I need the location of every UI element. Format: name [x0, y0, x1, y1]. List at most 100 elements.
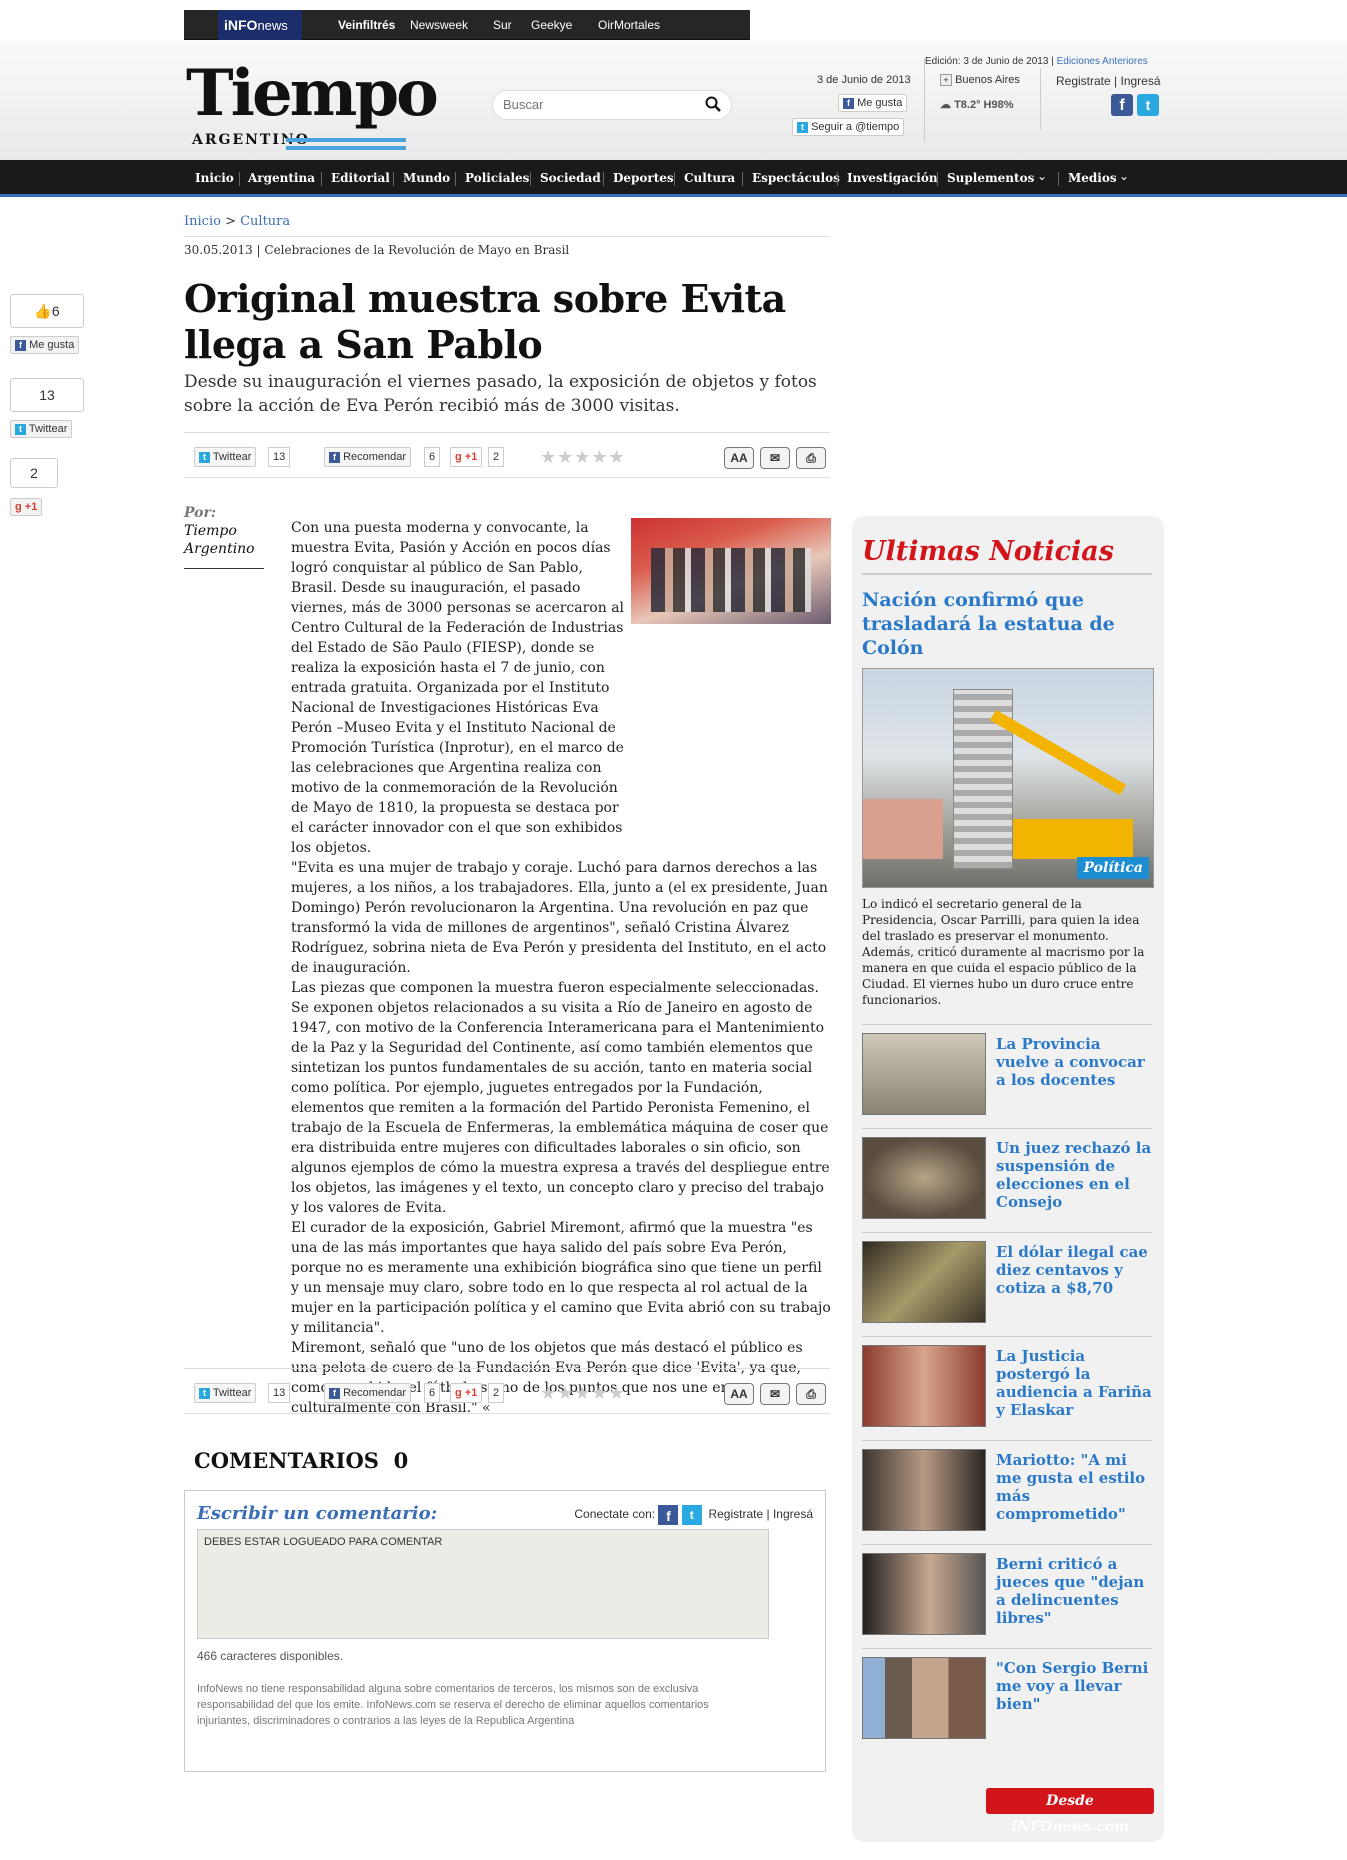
nav-mundo[interactable]: Mundo	[403, 171, 450, 185]
news-item[interactable]: El dólar ilegal cae diez centavos y coti…	[862, 1232, 1152, 1328]
news-thumbnail[interactable]	[862, 1345, 986, 1427]
printer-icon[interactable]: ⎙	[796, 1383, 826, 1405]
font-size-button[interactable]: AA	[724, 447, 754, 469]
breadcrumb: Inicio > Cultura	[184, 214, 291, 229]
envelope-icon[interactable]: ✉	[760, 1383, 790, 1405]
news-headline[interactable]: Mariotto: "A mi me gusta el estilo más c…	[996, 1451, 1156, 1523]
rating-stars[interactable]: ★★★★★	[540, 447, 626, 468]
search-icon[interactable]	[705, 96, 721, 112]
comment-register-link[interactable]: Registrate	[708, 1507, 763, 1521]
search-box	[492, 90, 732, 120]
nav-medios[interactable]: Medios	[1068, 171, 1117, 185]
thumbs-up-icon: 👍	[34, 303, 52, 319]
network-bar: iNFOnews Veinfiltrés Newsweek Sur Geekye…	[184, 10, 750, 40]
nav-espectaculos[interactable]: Espectáculos	[752, 171, 840, 185]
news-thumbnail[interactable]	[862, 1657, 986, 1739]
site-header: Tiempo ARGENTINO 3 de Junio de 2013 f Me…	[0, 40, 1347, 160]
facebook-icon: f	[15, 339, 26, 351]
category-tag[interactable]: Política	[1077, 857, 1149, 879]
nav-sociedad[interactable]: Sociedad	[540, 171, 601, 185]
nav-suplementos[interactable]: Suplementos	[947, 171, 1034, 185]
infonews-brand[interactable]: iNFOnews	[218, 10, 302, 40]
infonews-badge[interactable]: Desde INFOnews.com	[986, 1788, 1154, 1835]
news-headline[interactable]: Un juez rechazó la suspensión de eleccio…	[996, 1139, 1156, 1211]
register-link[interactable]: Registrate	[1056, 74, 1111, 88]
printer-icon[interactable]: ⎙	[796, 447, 826, 469]
share-bar-bottom: t Twittear 13 f Recomendar 6 g +1 2 ★★★★…	[184, 1368, 830, 1414]
news-thumbnail[interactable]	[862, 1449, 986, 1531]
gplus-button[interactable]: g +1	[450, 1383, 483, 1403]
login-link[interactable]: Ingresá	[1121, 74, 1161, 88]
news-item[interactable]: Mariotto: "A mi me gusta el estilo más c…	[862, 1440, 1152, 1536]
news-thumbnail[interactable]	[862, 1553, 986, 1635]
nav-investigacion[interactable]: Investigación	[847, 171, 938, 185]
news-item[interactable]: La Justicia postergó la audiencia a Fari…	[862, 1336, 1152, 1432]
follow-button[interactable]: t Seguir a @tiempo	[792, 118, 905, 136]
twitter-icon: t	[199, 451, 210, 463]
nav-policiales[interactable]: Policiales	[465, 171, 529, 185]
news-item[interactable]: La Provincia vuelve a convocar a los doc…	[862, 1024, 1152, 1120]
breadcrumb-home[interactable]: Inicio	[184, 214, 221, 229]
news-thumbnail[interactable]	[862, 1241, 986, 1323]
twitter-icon[interactable]: t	[1137, 94, 1159, 116]
facebook-icon[interactable]: f	[658, 1505, 679, 1525]
search-input[interactable]	[503, 97, 693, 112]
news-item[interactable]: "Con Sergio Berni me voy a llevar bien"	[862, 1648, 1152, 1744]
font-size-button[interactable]: AA	[724, 1383, 754, 1405]
lead-photo[interactable]: Política	[862, 668, 1154, 888]
comments-disclaimer: InfoNews no tiene responsabilidad alguna…	[197, 1683, 709, 1727]
comments-count: 0	[393, 1448, 409, 1473]
left-gplus-button[interactable]: g +1	[10, 498, 43, 516]
left-tweet-button[interactable]: t Twittear	[10, 420, 73, 438]
chevron-down-icon[interactable]: ⌄	[1037, 169, 1047, 183]
news-headline[interactable]: El dólar ilegal cae diez centavos y coti…	[996, 1243, 1156, 1297]
twitter-share-button[interactable]: t Twittear	[194, 1383, 257, 1403]
envelope-icon[interactable]: ✉	[760, 447, 790, 469]
network-link-geekye[interactable]: Geekye	[531, 18, 572, 32]
network-link-oirmortales[interactable]: OirMortales	[598, 18, 660, 32]
breadcrumb-section[interactable]: Cultura	[240, 214, 290, 229]
news-item[interactable]: Berni criticó a jueces que "dejan a deli…	[862, 1544, 1152, 1640]
nav-argentina[interactable]: Argentina	[248, 171, 315, 185]
gplus-count: 2	[488, 1383, 505, 1403]
lead-headline[interactable]: Nación confirmó que trasladará la estatu…	[862, 588, 1152, 660]
header-like-button[interactable]: f Me gusta	[838, 94, 908, 112]
twitter-share-button[interactable]: t Twittear	[194, 447, 257, 467]
rating-stars[interactable]: ★★★★★	[540, 1383, 626, 1404]
nav-deportes[interactable]: Deportes	[613, 171, 674, 185]
twitter-icon[interactable]: t	[681, 1505, 702, 1525]
news-headline[interactable]: Berni criticó a jueces que "dejan a deli…	[996, 1555, 1156, 1627]
recommend-button[interactable]: f Recomendar	[324, 447, 412, 467]
news-thumbnail[interactable]	[862, 1033, 986, 1115]
comment-login-link[interactable]: Ingresá	[773, 1507, 813, 1521]
twitter-icon: t	[797, 121, 808, 133]
weather: ☁ T8.2° H98%	[940, 99, 1014, 111]
comment-textarea[interactable]	[197, 1529, 769, 1639]
chevron-down-icon[interactable]: ⌄	[1119, 169, 1129, 183]
comments-heading: COMENTARIOS 0	[194, 1448, 409, 1473]
network-link-newsweek[interactable]: Newsweek	[410, 18, 468, 32]
article-dateline: 30.05.2013 | Celebraciones de la Revoluc…	[184, 236, 830, 257]
left-like-button[interactable]: f Me gusta	[10, 336, 80, 354]
facebook-icon[interactable]: f	[1111, 94, 1133, 116]
article-body: Con una puesta moderna y convocante, la …	[291, 518, 831, 1418]
nav-editorial[interactable]: Editorial	[331, 171, 390, 185]
left-like-count: 👍6	[10, 294, 84, 328]
news-headline[interactable]: "Con Sergio Berni me voy a llevar bien"	[996, 1659, 1156, 1713]
news-headline[interactable]: La Justicia postergó la audiencia a Fari…	[996, 1347, 1156, 1419]
news-item[interactable]: Un juez rechazó la suspensión de eleccio…	[862, 1128, 1152, 1224]
facebook-icon: f	[329, 1387, 340, 1399]
news-headline[interactable]: La Provincia vuelve a convocar a los doc…	[996, 1035, 1156, 1089]
network-link-sur[interactable]: Sur	[493, 18, 512, 32]
city-selector[interactable]: + Buenos Aires	[940, 74, 1020, 86]
recommend-button[interactable]: f Recomendar	[324, 1383, 412, 1403]
site-logo[interactable]: Tiempo ARGENTINO	[186, 60, 439, 150]
nav-inicio[interactable]: Inicio	[195, 171, 234, 185]
news-thumbnail[interactable]	[862, 1137, 986, 1219]
network-link-veinfiltres[interactable]: Veinfiltrés	[338, 18, 395, 32]
sidebar-title: Ultimas Noticias	[862, 536, 1152, 575]
nav-cultura[interactable]: Cultura	[684, 171, 735, 185]
prev-editions-link[interactable]: Ediciones Anteriores	[1057, 56, 1148, 67]
gplus-button[interactable]: g +1	[450, 447, 483, 467]
logo-stripe	[286, 146, 406, 150]
